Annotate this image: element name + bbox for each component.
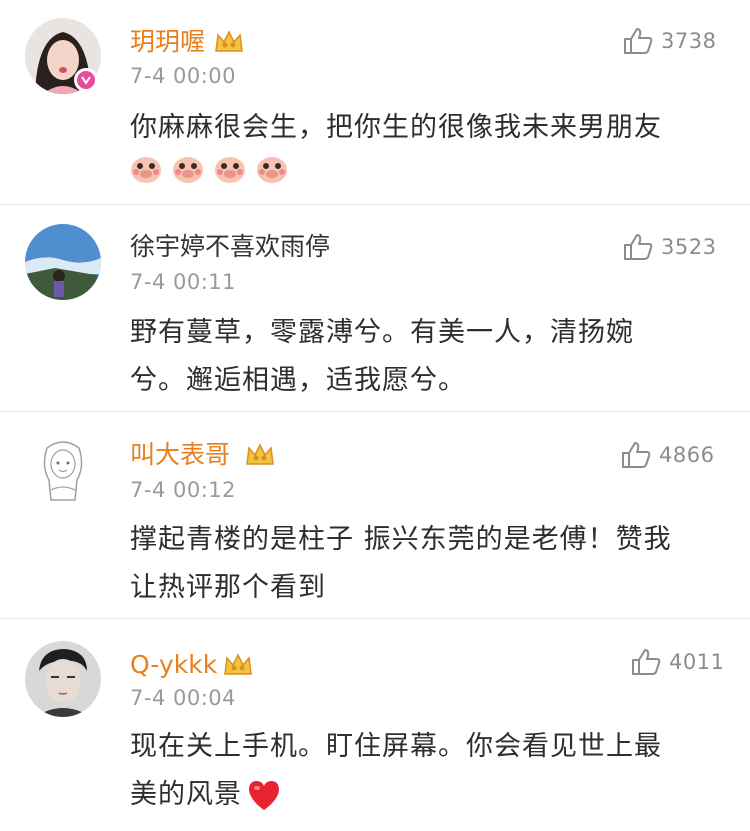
like-count: 4866 — [659, 443, 715, 467]
avatar[interactable] — [25, 641, 101, 717]
vip-crown-icon — [215, 30, 243, 52]
like-button[interactable]: 4866 — [621, 441, 714, 469]
comment-text: 撑起青楼的是柱子 振兴东莞的是老傅！赞我 让热评那个看到 — [130, 516, 672, 612]
thumbs-up-icon — [632, 649, 661, 675]
blushing-pig-emoji-icon — [257, 157, 287, 183]
vip-crown-icon — [246, 443, 274, 465]
comment-text-line: 撑起青楼的是柱子 振兴东莞的是老傅！赞我 — [130, 524, 672, 555]
red-heart-icon — [249, 781, 279, 810]
comment-text-line: 现在关上手机。盯住屏幕。你会看见世上最 — [130, 731, 662, 762]
like-count: 4011 — [669, 650, 725, 674]
thumbs-up-icon — [624, 28, 653, 54]
comment-card: 玥玥喔 7-4 00:00 3738 你麻麻很会生，把你生的很像我未来男朋友 — [0, 0, 750, 205]
verified-badge-icon — [74, 68, 98, 92]
like-count: 3523 — [661, 235, 717, 259]
like-button[interactable]: 3523 — [623, 233, 716, 261]
comment-card: 徐宇婷不喜欢雨停 7-4 00:11 3523 野有蔓草，零露溥兮。有美一人，清… — [0, 205, 750, 412]
thumbs-up-icon — [624, 234, 653, 260]
comment-text-line-words: 美的风景 — [130, 779, 242, 810]
comment-text-line: 让热评那个看到 — [130, 572, 326, 603]
username[interactable]: 玥玥喔 — [130, 26, 205, 58]
comment-text: 现在关上手机。盯住屏幕。你会看见世上最 美的风景 — [130, 723, 662, 819]
like-button[interactable]: 3738 — [623, 27, 716, 55]
blushing-pig-emoji-icon — [173, 157, 203, 183]
emoji-row — [128, 150, 290, 186]
comment-card: Q-ykkk 7-4 00:04 4011 现在关上手机。盯住屏幕。你会看见世上… — [0, 619, 750, 831]
like-button[interactable]: 4011 — [631, 648, 724, 676]
comment-text-line: 兮。邂逅相遇，适我愿兮。 — [130, 365, 466, 396]
username[interactable]: 徐宇婷不喜欢雨停 — [130, 231, 330, 263]
timestamp: 7-4 00:04 — [130, 686, 236, 710]
comment-text-line: 你麻麻很会生，把你生的很像我未来男朋友 — [130, 112, 662, 143]
comment-text-line: 野有蔓草，零露溥兮。有美一人，清扬婉 — [130, 317, 634, 348]
comment-text: 你麻麻很会生，把你生的很像我未来男朋友 — [130, 104, 662, 152]
username[interactable]: Q-ykkk — [130, 649, 217, 681]
comment-text: 野有蔓草，零露溥兮。有美一人，清扬婉 兮。邂逅相遇，适我愿兮。 — [130, 309, 634, 405]
thumbs-up-icon — [622, 442, 651, 468]
avatar[interactable] — [25, 430, 101, 506]
vip-crown-icon — [224, 653, 252, 675]
blushing-pig-emoji-icon — [215, 157, 245, 183]
comment-card: 叫大表哥 7-4 00:12 4866 撑起青楼的是柱子 振兴东莞的是老傅！赞我… — [0, 412, 750, 619]
timestamp: 7-4 00:12 — [130, 478, 236, 502]
avatar[interactable] — [25, 224, 101, 300]
timestamp: 7-4 00:11 — [130, 270, 236, 294]
timestamp: 7-4 00:00 — [130, 64, 236, 88]
like-count: 3738 — [661, 29, 717, 53]
comment-text-line: 美的风景 — [130, 771, 662, 819]
blushing-pig-emoji-icon — [131, 157, 161, 183]
username[interactable]: 叫大表哥 — [130, 439, 230, 471]
